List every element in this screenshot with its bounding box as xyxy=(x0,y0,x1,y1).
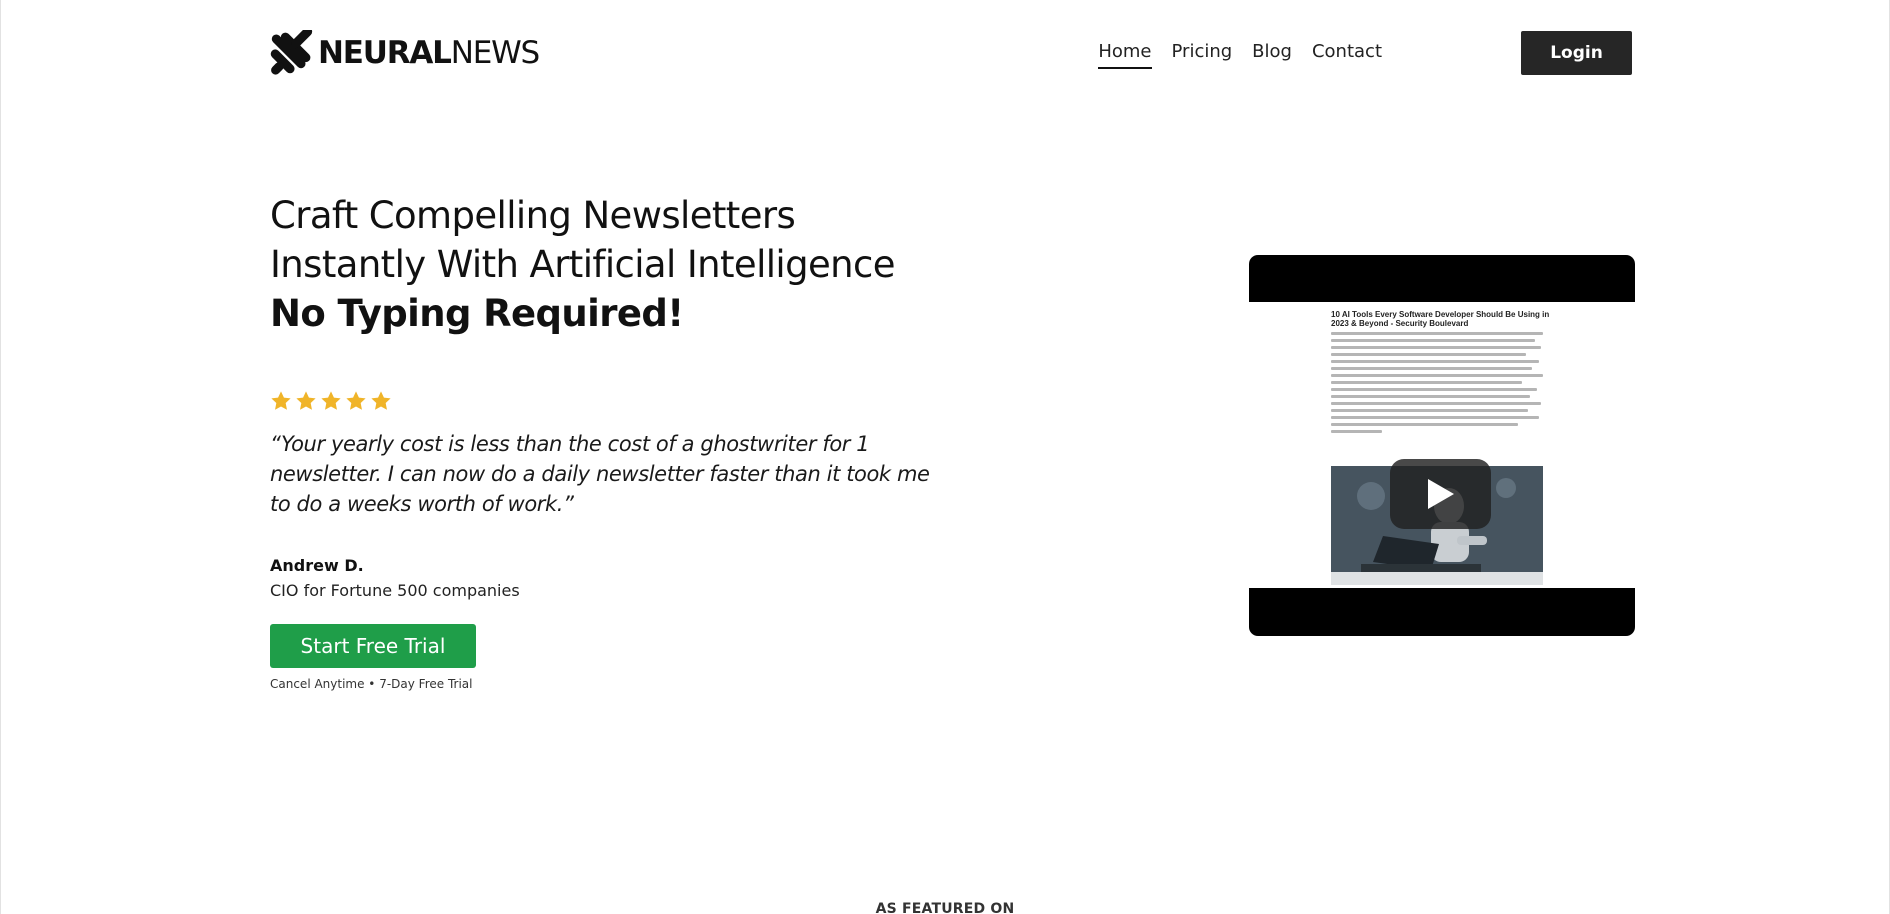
nav-contact-link[interactable]: Contact xyxy=(1312,35,1382,69)
logo-text-light: NEWS xyxy=(450,34,541,71)
testimonial-quote: “Your yearly cost is less than the cost … xyxy=(270,432,930,516)
video-article-body xyxy=(1331,332,1543,437)
play-icon xyxy=(1427,479,1454,509)
star-icon xyxy=(270,390,292,412)
nav-home-link[interactable]: Home xyxy=(1098,35,1152,69)
main-nav: Home Pricing Blog Contact xyxy=(1098,30,1382,74)
demo-video[interactable]: 10 AI Tools Every Software Developer Sho… xyxy=(1249,255,1635,636)
video-article-title: 10 AI Tools Every Software Developer Sho… xyxy=(1331,310,1550,328)
logo-icon xyxy=(270,30,313,75)
page-border-left xyxy=(0,0,1,914)
testimonial-author-name: Andrew D. xyxy=(270,556,364,575)
featured-on-label: AS FEATURED ON xyxy=(875,901,1015,914)
video-frame: 10 AI Tools Every Software Developer Sho… xyxy=(1249,302,1635,588)
headline-line-1: Craft Compelling Newsletters xyxy=(270,194,796,237)
headline-line-2: Instantly With Artificial Intelligence xyxy=(270,243,896,286)
logo[interactable]: NEURALNEWS xyxy=(270,30,541,76)
start-free-trial-button[interactable]: Start Free Trial xyxy=(270,624,476,668)
star-icon xyxy=(295,390,317,412)
logo-wordmark: NEURALNEWS xyxy=(318,34,541,71)
page: NEURALNEWS Home Pricing Blog Contact Log… xyxy=(0,0,1890,914)
nav-blog-link[interactable]: Blog xyxy=(1252,35,1292,69)
login-button[interactable]: Login xyxy=(1521,31,1632,75)
nav-pricing-link[interactable]: Pricing xyxy=(1172,35,1233,69)
hero-headline: Craft Compelling Newsletters Instantly W… xyxy=(270,191,970,338)
star-icon xyxy=(370,390,392,412)
site-header: NEURALNEWS Home Pricing Blog Contact Log… xyxy=(270,0,1632,104)
rating-stars xyxy=(270,390,970,412)
play-button[interactable] xyxy=(1390,459,1491,529)
testimonial-author-role: CIO for Fortune 500 companies xyxy=(270,581,520,600)
logo-text-strong: NEURAL xyxy=(318,34,452,71)
cta-note: Cancel Anytime • 7-Day Free Trial xyxy=(270,677,473,691)
headline-emphasis: No Typing Required! xyxy=(270,292,684,335)
star-icon xyxy=(345,390,367,412)
star-icon xyxy=(320,390,342,412)
hero-section: Craft Compelling Newsletters Instantly W… xyxy=(270,191,970,691)
